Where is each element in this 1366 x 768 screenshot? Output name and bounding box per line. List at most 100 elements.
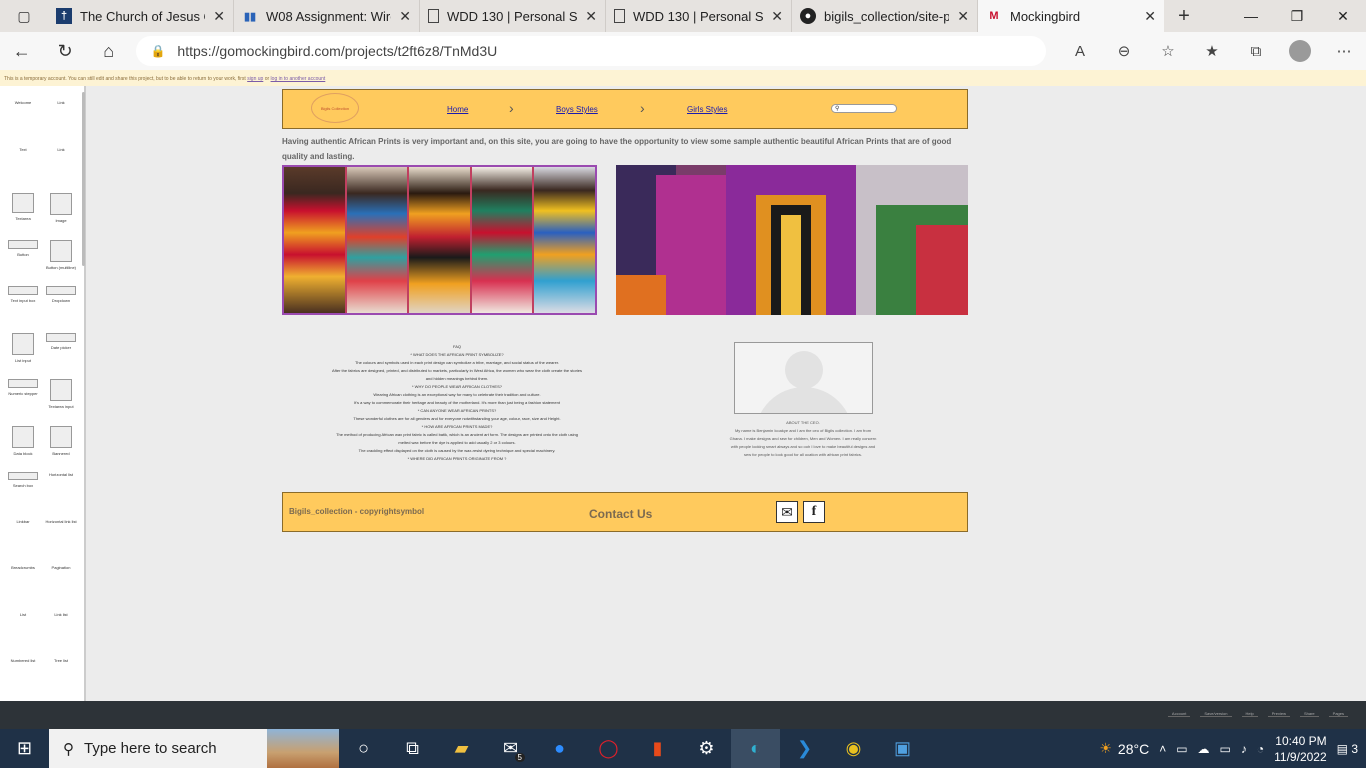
library-component[interactable]: Textarea [3,193,43,221]
nav-link-home[interactable]: Home [447,105,468,114]
african-prints-market-image[interactable] [616,165,968,315]
back-arrow-icon[interactable]: ← [0,41,43,62]
library-component[interactable]: Date picker [41,332,81,350]
clock[interactable]: 10:40 PM 11/9/2022 [1274,733,1327,765]
tab-actions-icon[interactable]: ▢ [0,0,48,32]
minimize-icon[interactable]: — [1228,0,1274,32]
battery-icon[interactable]: ▭ [1220,742,1231,756]
photos-icon[interactable]: ▣ [878,729,927,768]
taskbar-search-input[interactable]: ⚲ Type here to search [49,729,339,768]
restore-icon[interactable]: ❐ [1274,0,1320,32]
windows-start-icon[interactable]: ⊞ [0,729,49,768]
chevron-up-icon[interactable]: ˄ [1159,742,1166,756]
task-view-icon[interactable]: ⧉ [388,729,437,768]
close-window-icon[interactable]: ✕ [1320,0,1366,32]
browser-tab-active[interactable]: M Mockingbird ✕ [978,0,1164,32]
weather-widget[interactable]: ☀ 28°C [1099,740,1149,757]
close-icon[interactable]: ✕ [213,8,225,25]
close-icon[interactable]: ✕ [1144,8,1156,25]
library-component[interactable]: Horizontal list [41,472,81,477]
refresh-icon[interactable]: ↻ [43,41,86,62]
library-component[interactable]: Bannered [41,425,81,456]
library-component[interactable]: Numeric stepper [3,379,43,396]
close-icon[interactable]: ✕ [957,8,969,25]
library-component[interactable]: Horizontal link list [41,519,81,524]
onedrive-cloud-icon[interactable]: ☁ [1198,742,1210,756]
site-footer[interactable]: Bigils_collection - copyrightsymbol Cont… [282,492,968,532]
library-component[interactable]: Link [41,100,81,105]
browser-tab[interactable]: WDD 130 | Personal Si ✕ [606,0,792,32]
library-component[interactable]: Data block [3,425,43,456]
settings-gear-icon[interactable]: ⚙ [682,729,731,768]
library-component[interactable]: Button [3,239,43,257]
cortana-icon[interactable]: ○ [339,729,388,768]
read-aloud-icon[interactable]: A [1058,40,1102,62]
close-icon[interactable]: ✕ [399,8,411,25]
library-component[interactable]: Pagination [41,565,81,570]
camera-icon[interactable]: ▭ [1176,742,1187,756]
site-logo[interactable]: Bigils Collection [311,93,359,123]
library-component[interactable]: Link list [41,612,81,617]
canvas-control-button[interactable]: Help [1241,711,1258,717]
library-component[interactable]: Button (multiline) [41,239,81,270]
library-component[interactable]: Textarea input [41,379,81,409]
library-component[interactable]: Link [41,147,81,152]
add-favorite-icon[interactable]: ☆ [1146,40,1190,62]
nav-link-girls-styles[interactable]: Girls Styles [687,105,727,114]
nav-link-boys-styles[interactable]: Boys Styles [556,105,598,114]
close-icon[interactable]: ✕ [771,8,783,25]
email-icon[interactable]: ✉ [776,501,798,523]
ceo-image-placeholder[interactable] [734,342,873,414]
library-component[interactable]: Linkbar [3,519,43,524]
library-component[interactable]: Breadcrumbs [3,565,43,570]
site-search-input[interactable]: ⚲ [831,104,897,113]
address-bar[interactable]: 🔒 https://gomockingbird.com/projects/t2f… [136,36,1046,66]
dress-collage-image[interactable] [282,165,597,315]
library-component[interactable]: List [3,612,43,617]
close-icon[interactable]: ✕ [585,8,597,25]
browser-tab[interactable]: WDD 130 | Personal Si ✕ [420,0,606,32]
library-component[interactable]: Search box [3,472,43,488]
lock-icon[interactable]: 🔒 [150,44,165,58]
volume-icon[interactable]: ♪ [1241,742,1247,756]
vscode-icon[interactable]: ❯ [780,729,829,768]
wifi-icon[interactable]: ◔ [1257,742,1264,756]
office-icon[interactable]: ▮ [633,729,682,768]
site-header[interactable]: Bigils Collection Home › Boys Styles › G… [282,89,968,129]
edge-browser-icon[interactable]: ◐ [731,729,780,768]
new-tab-button[interactable]: + [1164,0,1204,32]
canvas-control-button[interactable]: Save/version [1200,711,1232,717]
library-component[interactable]: Text input box [3,286,43,303]
more-menu-icon[interactable]: ⋯ [1322,40,1366,62]
library-component[interactable]: Image [41,193,81,223]
library-component[interactable]: Dropdown [41,286,81,303]
login-link[interactable]: log in to another account [271,76,326,82]
file-explorer-icon[interactable]: ▰ [437,729,486,768]
favorites-icon[interactable]: ★ [1190,40,1234,62]
chrome-icon[interactable]: ◉ [829,729,878,768]
browser-tab[interactable]: ● bigils_collection/site-p ✕ [792,0,978,32]
library-scrollbar[interactable] [82,92,85,266]
facebook-icon[interactable]: f [803,501,825,523]
library-component[interactable]: Welcome [3,100,43,105]
canvas-control-button[interactable]: Share [1299,711,1319,717]
browser-tab[interactable]: † The Church of Jesus Ch ✕ [48,0,234,32]
canvas-control-button[interactable]: Preview [1267,711,1290,717]
library-component[interactable]: Numbered list [3,658,43,663]
collections-icon[interactable]: ⧉ [1234,40,1278,62]
profile-avatar[interactable] [1289,40,1311,62]
mail-icon[interactable]: ✉ 5 [486,729,535,768]
opera-icon[interactable]: ◯ [584,729,633,768]
library-component[interactable]: Text [3,147,43,152]
zoom-out-icon[interactable]: ⊖ [1102,40,1146,62]
library-component[interactable]: Tree list [41,658,81,663]
signup-link[interactable]: sign up [247,76,263,82]
browser-tab[interactable]: ▮▮ W08 Assignment: Wire ✕ [234,0,420,32]
notifications-icon[interactable]: ▤ 3 [1337,742,1358,756]
url-text[interactable]: https://gomockingbird.com/projects/t2ft6… [177,43,497,59]
canvas-control-button[interactable]: Account [1167,711,1191,717]
library-component[interactable]: List input [3,332,43,363]
canvas-control-button[interactable]: Pages [1328,711,1348,717]
home-icon[interactable]: ⌂ [87,41,130,62]
zoom-icon[interactable]: ● [535,729,584,768]
